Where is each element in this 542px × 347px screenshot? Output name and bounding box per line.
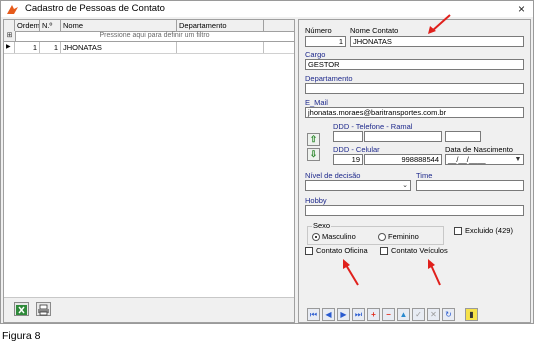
cancel-icon: ✕: [430, 310, 437, 319]
contato-oficina-checkbox[interactable]: [305, 247, 313, 255]
hobby-field[interactable]: [305, 205, 524, 216]
nome-field[interactable]: JHONATAS: [350, 36, 524, 47]
edit-record-button[interactable]: ▲: [397, 308, 410, 321]
prior-record-button[interactable]: ◀: [322, 308, 335, 321]
cell-departamento: [177, 42, 264, 53]
column-header-departamento[interactable]: Departamento: [177, 20, 264, 31]
cell-nome: JHONATAS: [61, 42, 177, 53]
telefone-label: DDD - Telefone - Ramal: [333, 122, 413, 131]
column-header-ordem[interactable]: Ordem: [15, 20, 40, 31]
annotation-arrow-icon: [343, 259, 359, 286]
calendar-dropdown-icon[interactable]: ▼: [513, 155, 523, 164]
next-icon: ▶: [340, 310, 347, 319]
edit-icon: ▲: [399, 310, 408, 319]
exit-button[interactable]: ▮: [465, 308, 478, 321]
time-label: Time: [416, 171, 433, 180]
contact-registration-window: Cadastro de Pessoas de Contato × Ordem N…: [0, 0, 534, 324]
filter-placeholder[interactable]: Pressione aqui para definir um filtro: [15, 31, 294, 41]
print-button[interactable]: [36, 302, 51, 316]
celular-ddd-field[interactable]: 19: [333, 154, 363, 165]
email-label: E_Mail: [305, 98, 328, 107]
cancel-record-button[interactable]: ✕: [427, 308, 440, 321]
time-field[interactable]: [416, 180, 524, 191]
refresh-icon: ↻: [445, 310, 452, 319]
nivel-decisao-label: Nível de decisão: [305, 171, 361, 180]
table-row[interactable]: ▶ 1 1 JHONATAS: [4, 42, 294, 54]
delete-record-button[interactable]: −: [382, 308, 395, 321]
telefone-ramal-field[interactable]: [445, 131, 481, 142]
numero-label: Número: [305, 26, 332, 35]
next-record-button[interactable]: ▶: [337, 308, 350, 321]
excluido-label: Excluido (429): [465, 226, 513, 235]
nascimento-label: Data de Nascimento: [445, 145, 513, 154]
departamento-field[interactable]: [305, 83, 524, 94]
column-header-numero[interactable]: N.º: [40, 20, 61, 31]
insert-record-button[interactable]: +: [367, 308, 380, 321]
sexo-feminino-radio[interactable]: [378, 233, 386, 241]
window-title: Cadastro de Pessoas de Contato: [25, 3, 165, 14]
prior-icon: ◀: [325, 310, 332, 319]
row-pointer-icon: ▶: [4, 42, 15, 53]
printer-icon: [38, 304, 49, 316]
post-record-button[interactable]: ✓: [412, 308, 425, 321]
nivel-decisao-select[interactable]: ⌄: [305, 180, 411, 191]
telefone-numero-field[interactable]: [364, 131, 442, 142]
contact-form: Número 1 Nome Contato JHONATAS Cargo GES…: [298, 19, 531, 323]
sexo-masculino-radio[interactable]: [312, 233, 320, 241]
sexo-feminino-label: Feminino: [388, 232, 419, 241]
grid-corner: [4, 20, 15, 31]
door-icon: ▮: [469, 310, 474, 319]
contato-veiculos-checkbox[interactable]: [380, 247, 388, 255]
annotation-arrow-icon: [428, 259, 441, 286]
grid-toolbar: [4, 297, 294, 322]
celular-numero-field[interactable]: 998888544: [364, 154, 442, 165]
column-header-nome[interactable]: Nome: [61, 20, 177, 31]
minus-icon: −: [386, 310, 391, 319]
annotation-arrow-icon: [428, 14, 451, 34]
chevron-down-icon: ⌄: [402, 182, 408, 189]
telefone-ddd-field[interactable]: [333, 131, 363, 142]
celular-label: DDD - Celular: [333, 145, 380, 154]
arrow-down-icon: ⇩: [309, 149, 318, 159]
filter-row[interactable]: ⊞ Pressione aqui para definir um filtro: [4, 31, 294, 42]
app-logo-icon: [7, 5, 18, 14]
close-icon[interactable]: ×: [518, 1, 525, 17]
cell-ordem: 1: [15, 42, 40, 53]
cell-numero: 1: [40, 42, 61, 53]
email-field[interactable]: jhonatas.moraes@baritransportes.com.br: [305, 107, 524, 118]
hobby-label: Hobby: [305, 196, 327, 205]
excel-export-button[interactable]: [14, 302, 29, 316]
first-icon: ⏮: [309, 310, 318, 319]
move-down-button[interactable]: ⇩: [307, 148, 320, 161]
check-icon: ✓: [415, 310, 422, 319]
departamento-label: Departamento: [305, 74, 353, 83]
last-record-button[interactable]: ⏭: [352, 308, 365, 321]
nascimento-value: __/__/____: [448, 155, 486, 164]
numero-field[interactable]: 1: [305, 36, 346, 47]
nome-label: Nome Contato: [350, 26, 399, 35]
last-icon: ⏭: [354, 310, 363, 319]
sexo-label: Sexo: [312, 221, 332, 230]
plus-icon: +: [371, 310, 376, 319]
first-record-button[interactable]: ⏮: [307, 308, 320, 321]
contato-veiculos-label: Contato Veículos: [391, 246, 448, 255]
contato-oficina-label: Contato Oficina: [316, 246, 368, 255]
contacts-grid: Ordem N.º Nome Departamento ⊞ Pressione …: [3, 19, 295, 323]
excel-icon: [16, 305, 27, 315]
sexo-masculino-label: Masculino: [322, 232, 356, 241]
nascimento-field[interactable]: __/__/____ ▼: [445, 154, 524, 165]
move-up-button[interactable]: ⇧: [307, 133, 320, 146]
cargo-field[interactable]: GESTOR: [305, 59, 524, 70]
excluido-checkbox[interactable]: [454, 227, 462, 235]
cargo-label: Cargo: [305, 50, 326, 59]
record-navigator: ⏮ ◀ ▶ ⏭ + − ▲ ✓ ✕ ↻ ▮: [307, 308, 527, 322]
arrow-up-icon: ⇧: [309, 134, 318, 144]
refresh-button[interactable]: ↻: [442, 308, 455, 321]
figure-caption: Figura 8: [2, 330, 41, 342]
